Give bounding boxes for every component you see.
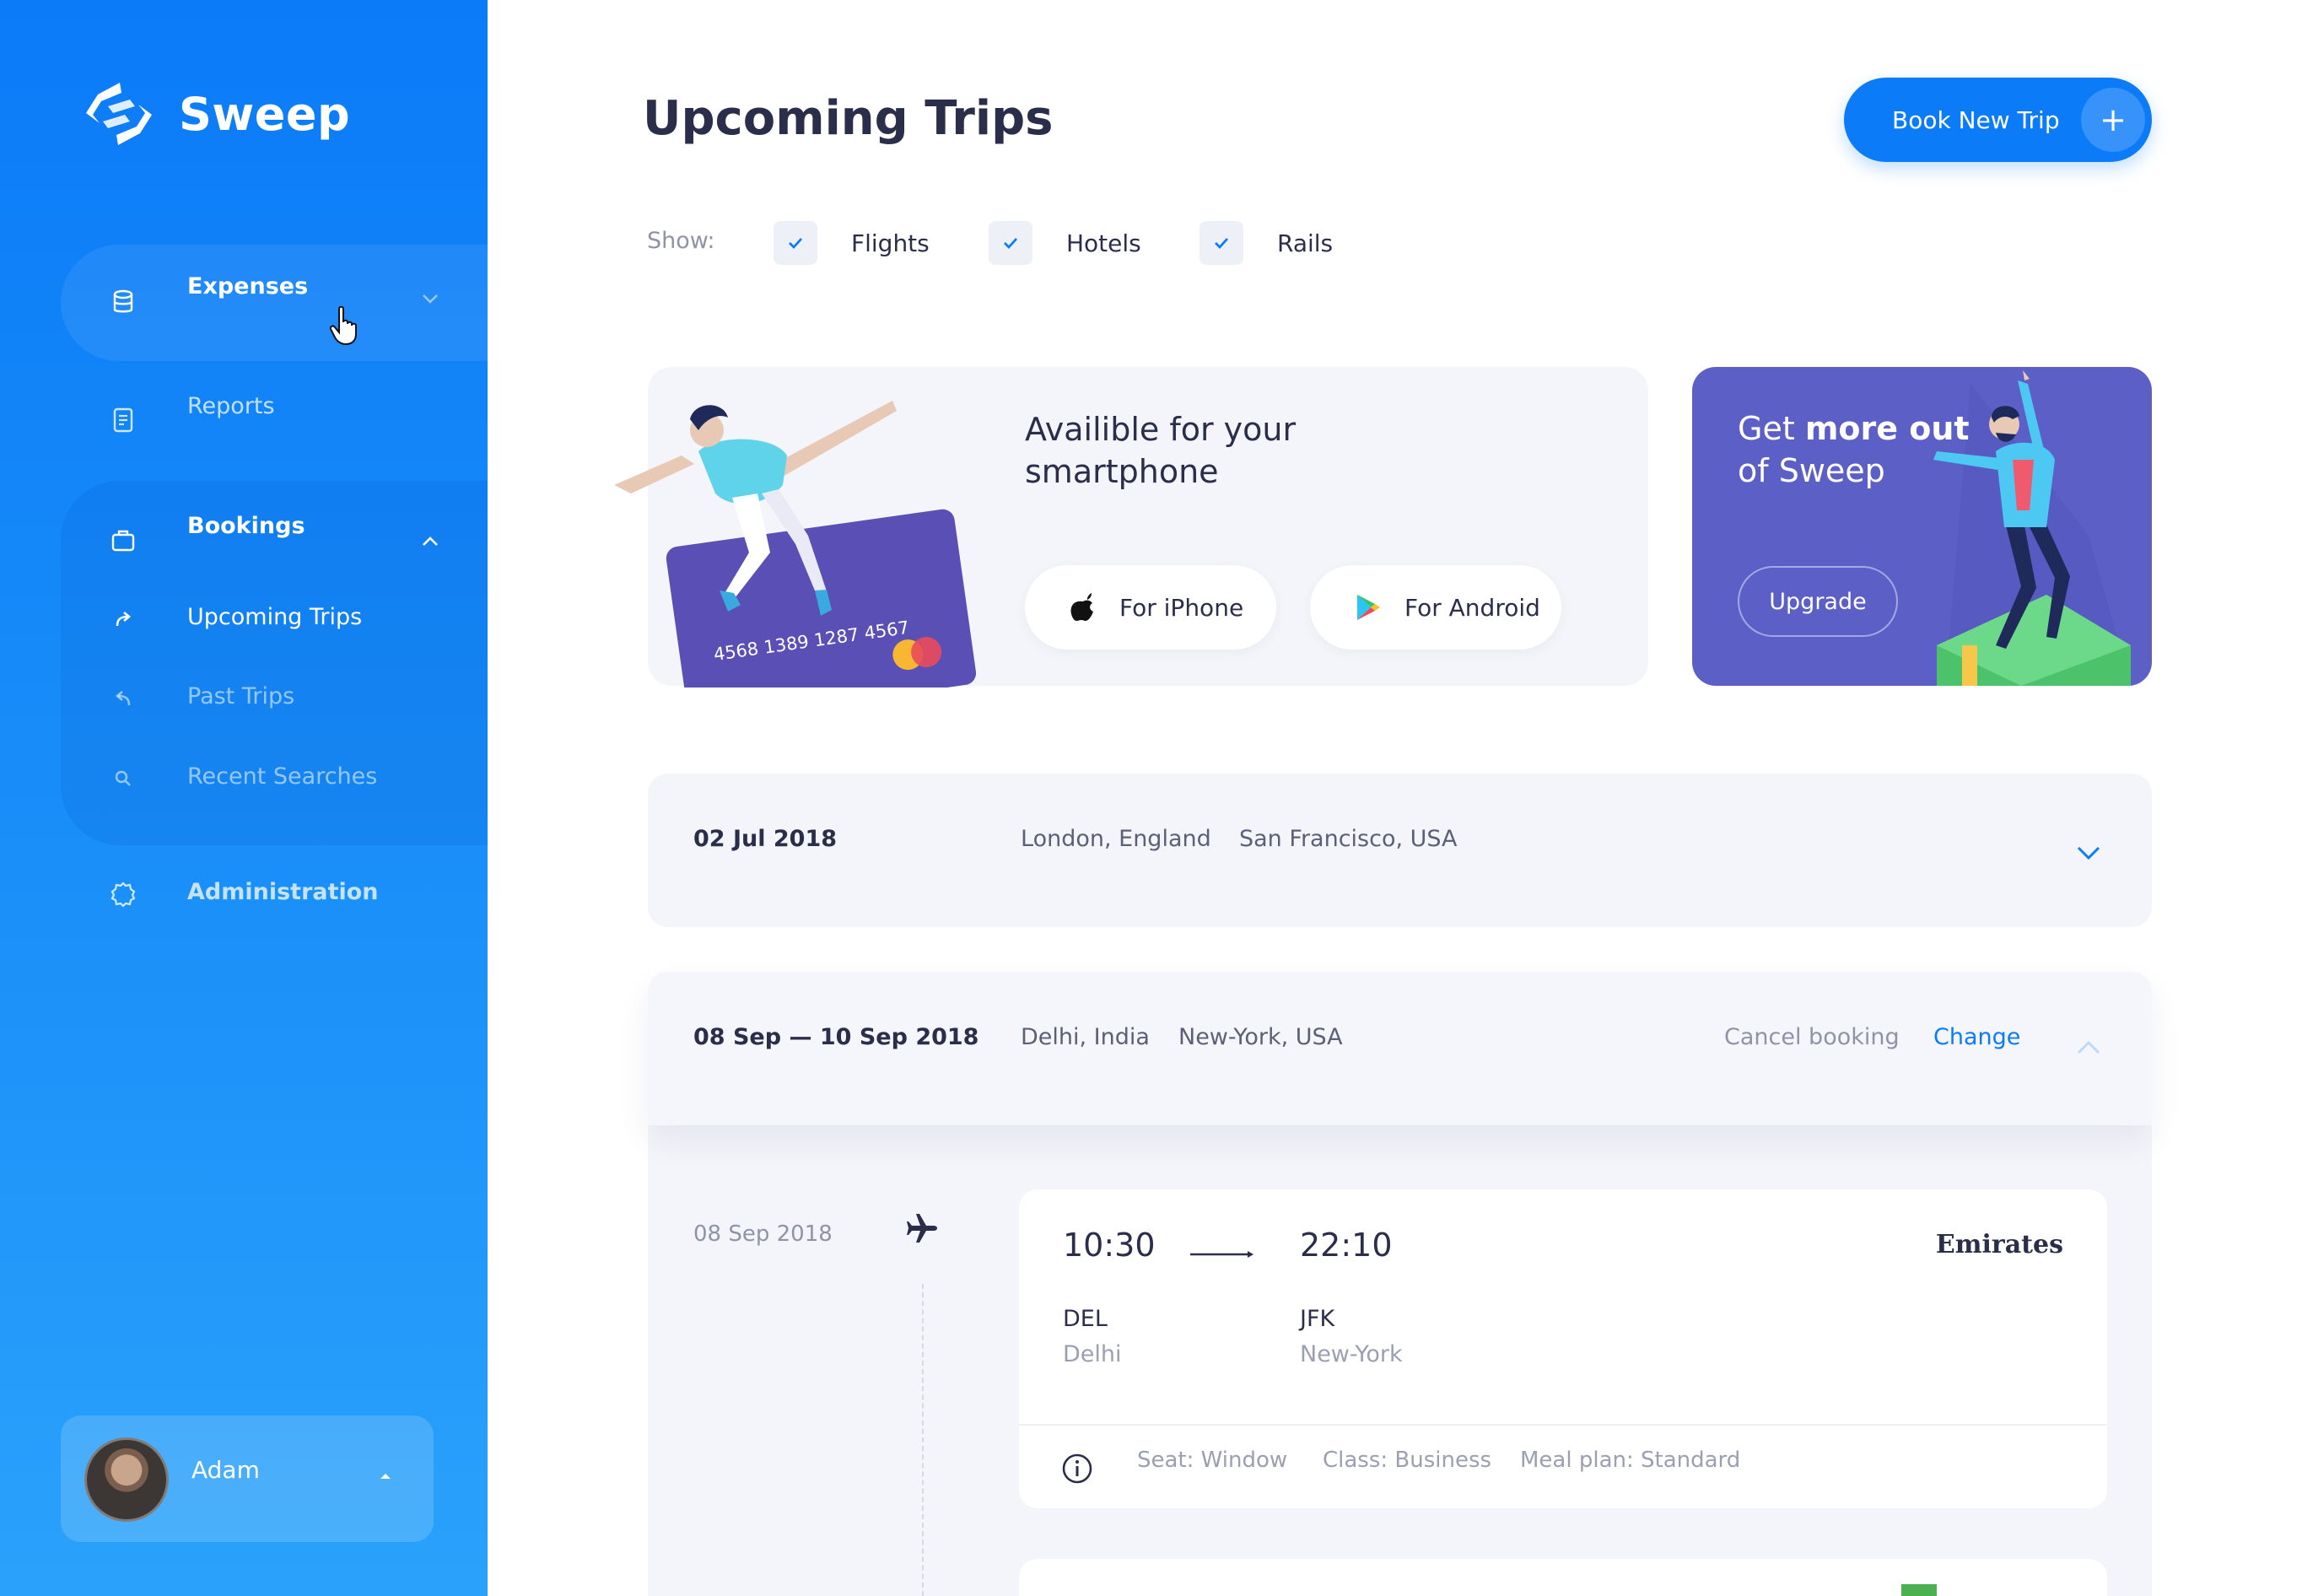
page-title: Upcoming Trips [643,91,1054,146]
segment-date: 08 Sep 2018 [693,1221,833,1247]
forward-arrow-icon [110,604,137,634]
gear-icon [110,879,137,909]
reply-arrow-icon [110,683,137,714]
user-profile[interactable]: Adam [61,1415,434,1542]
trip-origin: Delhi, India [1021,1024,1150,1050]
sidebar-item-label: Expenses [187,273,309,299]
sidebar-item-label: Recent Searches [187,763,378,790]
checkbox-flights[interactable] [774,221,817,265]
iphone-download-button[interactable]: For iPhone [1025,565,1276,650]
divider [1019,1424,2107,1426]
plus-icon: + [2081,88,2145,152]
google-play-icon [1354,592,1383,623]
app-promo-title-line1: Availible for your [1025,411,1297,448]
iphone-label: For iPhone [1119,593,1244,622]
trip-destination: New-York, USA [1178,1024,1343,1050]
book-new-trip-button[interactable]: Book New Trip + [1844,78,2152,162]
arrival-city: New-York [1300,1341,1403,1367]
trip-date: 02 Jul 2018 [693,826,838,852]
chevron-up-icon[interactable] [422,536,439,547]
sidebar-item-expenses[interactable]: Expenses [0,273,488,327]
filter-flights[interactable]: Flights [774,221,930,265]
sidebar-item-recent-searches[interactable]: Recent Searches [0,753,488,804]
sidebar-item-reports[interactable]: Reports [0,393,488,445]
filter-rails[interactable]: Rails [1200,221,1333,265]
chevron-down-icon[interactable] [2073,838,2104,868]
trip-row-header[interactable]: 08 Sep — 10 Sep 2018 Delhi, India New-Yo… [648,972,2152,1125]
timeline-line [922,1284,924,1596]
check-icon [1004,238,1018,250]
database-icon [110,287,137,317]
arrival-time: 22:10 [1300,1227,1393,1264]
check-icon [1215,238,1229,250]
trip-row-expanded: 08 Sep — 10 Sep 2018 Delhi, India New-Yo… [648,972,2152,1596]
apple-icon [1069,592,1097,623]
upgrade-title-pre: Get [1738,410,1805,447]
meal-detail: Meal plan: Standard [1520,1448,1741,1473]
info-icon[interactable] [1061,1453,1093,1485]
android-download-button[interactable]: For Android [1310,565,1561,650]
sidebar-item-label: Upcoming Trips [187,604,363,630]
upgrade-title: Get more out of Sweep [1738,407,1970,492]
flight-card[interactable] [1019,1559,2107,1596]
sweep-logo-icon [86,83,152,145]
checkbox-rails[interactable] [1200,221,1243,265]
chevron-up-icon[interactable] [2073,1033,2104,1063]
trip-origin: London, England [1021,826,1211,852]
departure-city: Delhi [1063,1341,1122,1367]
logo[interactable]: Sweep [83,81,350,147]
search-icon [110,763,137,794]
filter-label: Flights [851,229,930,257]
seat-detail: Seat: Window [1137,1448,1288,1473]
sidebar-item-past-trips[interactable]: Past Trips [0,673,488,724]
cancel-booking-link[interactable]: Cancel booking [1724,1024,1900,1050]
filter-hotels[interactable]: Hotels [989,221,1141,265]
flight-card[interactable]: 10:30 22:10 DEL Delhi JFK New-York Emira… [1019,1189,2107,1508]
chevron-down-icon[interactable] [422,294,439,304]
upgrade-title-bold: more out [1804,410,1970,447]
filter-label: Hotels [1066,229,1141,257]
arrival-code: JFK [1300,1306,1335,1332]
upgrade-promo-card: Get more out of Sweep Upgrade [1692,367,2152,686]
sidebar-item-administration[interactable]: Administration [0,869,488,919]
hotel-logo-fragment [1901,1584,1937,1596]
user-name: Adam [191,1456,260,1484]
app-promo-title: Availible for your smartphone [1025,408,1379,493]
class-detail: Class: Business [1323,1448,1492,1473]
upgrade-button[interactable]: Upgrade [1738,566,1898,637]
sidebar-item-label: Past Trips [187,683,295,709]
caret-up-icon[interactable] [380,1471,391,1480]
document-icon [110,405,137,435]
app-name: Sweep [179,87,351,141]
trip-date: 08 Sep — 10 Sep 2018 [693,1024,979,1050]
sidebar-item-label: Administration [187,879,379,905]
upgrade-title-line2: of Sweep [1738,452,1885,489]
trip-destination: San Francisco, USA [1239,826,1458,852]
arrow-right-icon [1190,1251,1253,1258]
check-icon [789,238,803,250]
departure-code: DEL [1063,1306,1108,1332]
change-booking-link[interactable]: Change [1933,1024,2020,1050]
airplane-icon [907,1214,937,1243]
sidebar: Sweep Expenses Reports Bookings Upcoming… [0,0,488,1596]
checkbox-hotels[interactable] [989,221,1032,265]
filter-show-label: Show: [647,228,715,254]
app-promo-title-line2: smartphone [1025,453,1219,490]
android-label: For Android [1404,593,1540,622]
sidebar-item-bookings[interactable]: Bookings [0,513,488,565]
trip-row[interactable]: 02 Jul 2018 London, England San Francisc… [648,774,2152,927]
sidebar-item-label: Reports [187,393,275,419]
departure-time: 10:30 [1063,1227,1156,1264]
book-new-trip-label: Book New Trip [1892,105,2060,134]
filter-label: Rails [1277,229,1334,257]
airline-logo: Emirates [1935,1230,2063,1259]
avatar [84,1437,169,1522]
briefcase-icon [110,525,137,555]
sidebar-item-upcoming-trips[interactable]: Upcoming Trips [0,594,488,644]
sidebar-item-label: Bookings [187,513,305,539]
